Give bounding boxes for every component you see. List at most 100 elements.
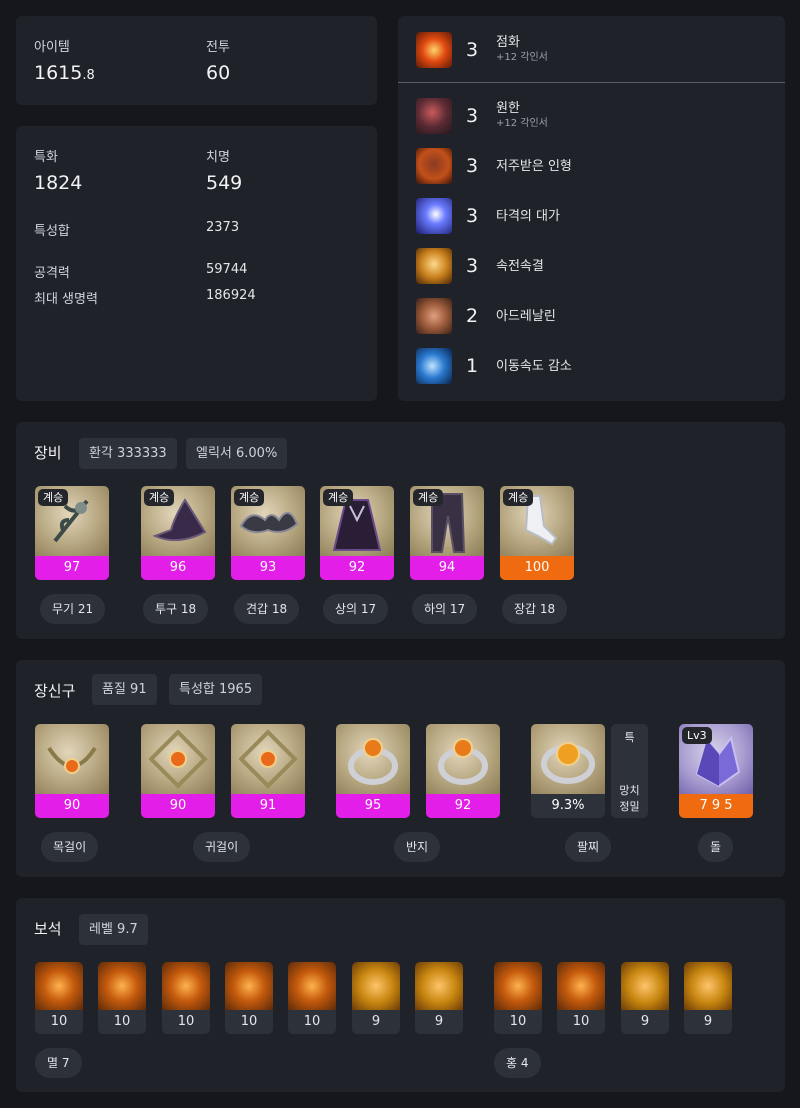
engraving-level: 3 <box>465 39 479 61</box>
accessory-bracelet[interactable]: 9.3% <box>531 724 605 818</box>
accessory-ring-2[interactable]: 92 <box>426 724 500 818</box>
ring-tag: 반지 <box>394 832 441 862</box>
gem-damage-icon <box>352 962 400 1010</box>
engraving-row[interactable]: 3 원한 +12 각인서 <box>416 97 548 135</box>
equipment-gloves[interactable]: 계승 100 <box>500 486 574 580</box>
quality-bar: 93 <box>231 556 305 580</box>
earring-tag: 귀걸이 <box>193 832 251 862</box>
gem-level-pill: 레벨 9.7 <box>79 914 148 945</box>
combat-level-value: 60 <box>206 62 231 84</box>
damage-gem-count: 멸 7 <box>35 1048 82 1078</box>
quality-pill: 품질 91 <box>92 674 157 705</box>
earring-icon <box>141 724 215 794</box>
engraving-level: 2 <box>465 305 479 327</box>
engraving-row[interactable]: 3 저주받은 인형 <box>416 147 572 185</box>
stone-value-bar: 7 9 5 <box>679 794 753 818</box>
quality-bar: 96 <box>141 556 215 580</box>
gem-damage[interactable]: 9 <box>415 962 463 1034</box>
crit-label: 치명 <box>206 150 230 165</box>
chest-tag: 상의 17 <box>323 594 389 624</box>
gem-damage-icon <box>225 962 273 1010</box>
gem-cooldown[interactable]: 9 <box>621 962 669 1034</box>
spec-label: 특화 <box>34 150 58 165</box>
equipment-weapon[interactable]: 계승 97 <box>35 486 109 580</box>
gem-damage-icon <box>162 962 210 1010</box>
gem-cooldown[interactable]: 9 <box>684 962 732 1034</box>
shoulder-tag: 견갑 18 <box>234 594 300 624</box>
quality-bar: 94 <box>410 556 484 580</box>
engraving-level: 3 <box>465 155 479 177</box>
ability-stone[interactable]: Lv3 7 9 5 <box>679 724 753 818</box>
engraving-row[interactable]: 3 점화 +12 각인서 <box>416 31 548 69</box>
total-stat-pill: 특성합 1965 <box>169 674 263 705</box>
accessory-earring-2[interactable]: 91 <box>231 724 305 818</box>
cursed-doll-icon <box>416 148 452 184</box>
attack-label: 공격력 <box>34 266 70 281</box>
bracelet-icon <box>531 724 605 794</box>
gem-level: 9 <box>415 1010 463 1034</box>
max-hp-label: 최대 생명력 <box>34 292 98 307</box>
engraving-row[interactable]: 1 이동속도 감소 <box>416 347 572 385</box>
necklace-icon <box>35 724 109 794</box>
succession-badge: 계승 <box>323 489 354 506</box>
gem-damage[interactable]: 9 <box>352 962 400 1034</box>
max-hp-value: 186924 <box>206 288 256 303</box>
equipment-pants[interactable]: 계승 94 <box>410 486 484 580</box>
equipment-shoulder[interactable]: 계승 93 <box>231 486 305 580</box>
stone-level-badge: Lv3 <box>682 727 712 744</box>
gem-damage[interactable]: 10 <box>288 962 336 1034</box>
ring-icon <box>426 724 500 794</box>
bracelet-effects: 특 망치 정밀 <box>611 724 648 818</box>
gem-level: 9 <box>684 1010 732 1034</box>
gem-cooldown-icon <box>684 962 732 1010</box>
gem-damage-icon <box>288 962 336 1010</box>
total-stat-value: 2373 <box>206 220 240 235</box>
equipment-chest[interactable]: 계승 92 <box>320 486 394 580</box>
gem-cooldown-icon <box>557 962 605 1010</box>
pants-tag: 하의 17 <box>412 594 478 624</box>
accessory-ring-1[interactable]: 95 <box>336 724 410 818</box>
gem-level: 10 <box>35 1010 83 1034</box>
engraving-row[interactable]: 2 아드레날린 <box>416 297 556 335</box>
gem-damage[interactable]: 10 <box>225 962 273 1034</box>
gem-level: 10 <box>162 1010 210 1034</box>
spec-value: 1824 <box>34 172 83 194</box>
elixir-pill: 엘릭서 6.00% <box>186 438 288 469</box>
engraving-name: 점화 <box>496 35 520 50</box>
adrenaline-icon <box>416 298 452 334</box>
succession-badge: 계승 <box>144 489 175 506</box>
gem-damage[interactable]: 10 <box>162 962 210 1034</box>
engraving-level: 1 <box>465 355 479 377</box>
engraving-divider <box>398 82 785 83</box>
engraving-name: 아드레날린 <box>496 308 556 324</box>
quality-bar: 92 <box>426 794 500 818</box>
grudge-icon <box>416 98 452 134</box>
engraving-name: 이동속도 감소 <box>496 358 572 374</box>
accessory-earring-1[interactable]: 90 <box>141 724 215 818</box>
equipment-helmet[interactable]: 계승 96 <box>141 486 215 580</box>
engraving-row[interactable]: 3 타격의 대가 <box>416 197 560 235</box>
quality-bar: 90 <box>141 794 215 818</box>
gem-damage[interactable]: 10 <box>98 962 146 1034</box>
quality-bar: 90 <box>35 794 109 818</box>
bracelet-tag: 팔찌 <box>565 832 612 862</box>
quality-bar: 95 <box>336 794 410 818</box>
stats-card: 특화 1824 치명 549 특성합 2373 공격력 59744 최대 생명력… <box>16 126 377 401</box>
gem-cooldown-icon <box>494 962 542 1010</box>
combat-level-label: 전투 <box>206 40 230 55</box>
stone-tag: 돌 <box>698 832 734 862</box>
engraving-row[interactable]: 3 속전속결 <box>416 247 544 285</box>
engraving-name: 타격의 대가 <box>496 208 560 224</box>
gem-cooldown[interactable]: 10 <box>494 962 542 1034</box>
ignite-icon <box>416 32 452 68</box>
gems-card: 보석 레벨 9.7 10 10 10 10 10 9 9 10 10 9 9 멸… <box>16 898 785 1092</box>
quality-bar: 100 <box>500 556 574 580</box>
gem-damage-icon <box>98 962 146 1010</box>
helmet-tag: 투구 18 <box>143 594 209 624</box>
engraving-book: +12 각인서 <box>496 52 548 63</box>
accessory-necklace[interactable]: 90 <box>35 724 109 818</box>
total-stat-label: 특성합 <box>34 224 70 239</box>
speed-down-icon <box>416 348 452 384</box>
gem-damage[interactable]: 10 <box>35 962 83 1034</box>
gem-cooldown[interactable]: 10 <box>557 962 605 1034</box>
